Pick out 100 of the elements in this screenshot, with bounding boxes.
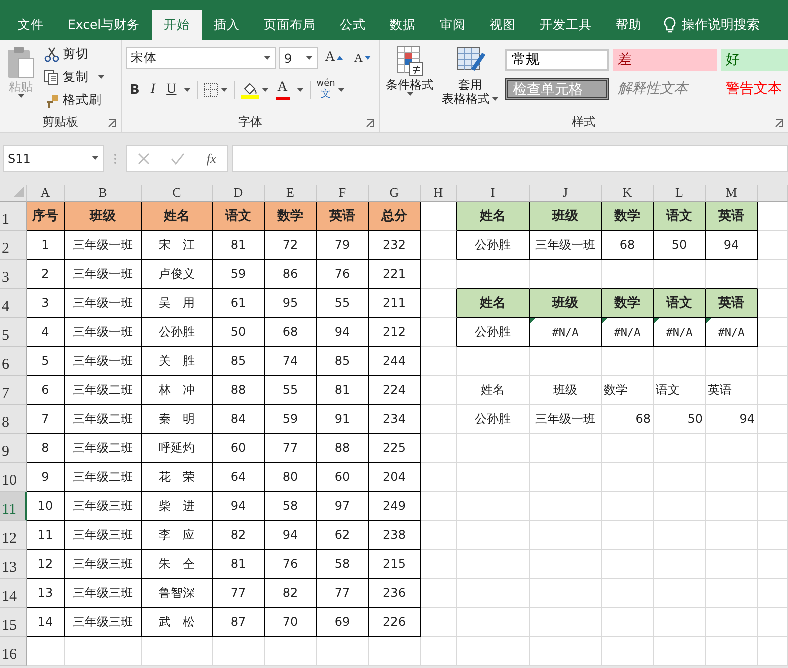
ribbon-tab[interactable]: Excel与财务 — [56, 10, 152, 40]
column-header[interactable]: G — [369, 185, 421, 202]
drag-handle-icon[interactable] — [114, 152, 116, 164]
column-header[interactable]: H — [421, 185, 457, 202]
row-header[interactable]: 12 — [0, 521, 27, 550]
ribbon-tab[interactable]: 文件 — [6, 10, 56, 40]
table-cell: 7 — [27, 405, 65, 434]
row-header[interactable]: 2 — [0, 231, 27, 260]
row-header[interactable]: 8 — [0, 405, 27, 434]
caret-icon — [306, 56, 314, 60]
table-cell: 60 — [213, 434, 265, 463]
ribbon-tab[interactable]: 插入 — [202, 10, 252, 40]
borders-icon[interactable] — [204, 83, 218, 97]
row-header[interactable]: 10 — [0, 463, 27, 492]
table-cell: 68 — [602, 405, 654, 434]
cell-style-option[interactable]: 常规 — [505, 49, 609, 71]
table-cell: 74 — [265, 347, 317, 376]
format-painter-button[interactable]: 格式刷 — [42, 90, 107, 111]
name-box[interactable]: S11 — [3, 145, 104, 172]
font-size: 9 — [284, 50, 292, 66]
phonetic-button[interactable]: wén 文 — [316, 80, 336, 100]
tell-me-search[interactable]: 操作说明搜索 — [682, 16, 760, 34]
conditional-format-button[interactable]: 条件格式 — [384, 44, 436, 100]
row-header[interactable]: 3 — [0, 260, 27, 289]
table-cell: 花 荣 — [142, 463, 213, 492]
table-cell: 225 — [369, 434, 421, 463]
table-cell: 77 — [265, 434, 317, 463]
row-header[interactable]: 15 — [0, 608, 27, 637]
fill-color-icon[interactable] — [240, 81, 259, 99]
table-cell: 三年级一班 — [65, 347, 142, 376]
cell-style-option[interactable]: 解释性文本 — [613, 78, 717, 100]
cell-style-option[interactable]: 好 — [721, 49, 788, 71]
row-header[interactable]: 5 — [0, 318, 27, 347]
column-header[interactable]: C — [142, 185, 213, 202]
table-cell: 215 — [369, 550, 421, 579]
table-cell: 2 — [27, 260, 65, 289]
table-cell: 82 — [213, 521, 265, 550]
caret-icon — [98, 75, 105, 80]
column-header[interactable]: B — [65, 185, 142, 202]
cell-style-option[interactable]: 差 — [613, 49, 717, 71]
paintbrush-icon — [44, 92, 60, 108]
lightbulb-icon[interactable] — [664, 16, 676, 34]
row-header[interactable]: 1 — [0, 202, 27, 231]
table-cell: #N/A — [654, 318, 706, 347]
bold-button[interactable]: B — [126, 82, 144, 98]
dialog-launcher-icon[interactable] — [775, 119, 784, 128]
column-header[interactable]: D — [213, 185, 265, 202]
formula-input-field[interactable] — [232, 145, 788, 172]
column-header[interactable]: E — [265, 185, 317, 202]
row-header[interactable]: 11 — [0, 492, 27, 521]
column-header[interactable]: L — [654, 185, 706, 202]
column-header[interactable]: A — [27, 185, 65, 202]
cut-button[interactable]: 剪切 — [42, 44, 107, 65]
grow-font-button[interactable]: A — [321, 50, 348, 66]
table-cell: 姓名 — [457, 376, 530, 405]
column-header[interactable]: J — [530, 185, 602, 202]
column-header[interactable]: I — [457, 185, 530, 202]
checkmark-icon[interactable] — [171, 152, 186, 164]
row-header[interactable]: 7 — [0, 376, 27, 405]
column-header[interactable]: M — [706, 185, 758, 202]
row-header[interactable]: 9 — [0, 434, 27, 463]
row-header[interactable]: 6 — [0, 347, 27, 376]
group-label: 样式 — [572, 114, 596, 130]
ribbon-tab[interactable]: 帮助 — [604, 10, 654, 40]
font-color-button[interactable]: A — [272, 80, 294, 100]
table-cell: 244 — [369, 347, 421, 376]
group-label: 字体 — [238, 114, 262, 130]
italic-button[interactable]: I — [146, 82, 160, 98]
font-size-field[interactable]: 9 — [279, 47, 318, 69]
table-cell: 50 — [213, 318, 265, 347]
shrink-font-button[interactable]: A — [350, 50, 375, 66]
copy-button[interactable]: 复制 — [42, 67, 107, 88]
table-cell: 236 — [369, 579, 421, 608]
underline-button[interactable]: U — [162, 82, 181, 98]
row-header[interactable]: 16 — [0, 637, 27, 666]
ribbon-tab[interactable]: 审阅 — [428, 10, 478, 40]
column-header[interactable]: F — [317, 185, 369, 202]
row-header[interactable]: 4 — [0, 289, 27, 318]
table-cell: 林 冲 — [142, 376, 213, 405]
table-cell: 语文 — [654, 376, 706, 405]
dialog-launcher-icon[interactable] — [366, 119, 375, 128]
table-cell: 72 — [265, 231, 317, 260]
ribbon-tab[interactable]: 视图 — [478, 10, 528, 40]
insert-function-button[interactable]: fx — [206, 150, 216, 166]
format-as-table-button[interactable]: 套用 表格格式 — [440, 44, 501, 109]
table-cell: 三年级二班 — [65, 463, 142, 492]
table-cell: 三年级一班 — [65, 318, 142, 347]
font-name-field[interactable]: 宋体 — [126, 47, 276, 69]
ribbon-tab[interactable]: 页面布局 — [252, 10, 328, 40]
table-cell: #N/A — [706, 318, 758, 347]
column-header[interactable]: K — [602, 185, 654, 202]
row-header[interactable]: 14 — [0, 579, 27, 608]
cell-style-option[interactable]: 警告文本 — [721, 78, 788, 100]
row-header[interactable]: 13 — [0, 550, 27, 579]
table-cell: 55 — [317, 289, 369, 318]
ribbon-tab[interactable]: 公式 — [328, 10, 378, 40]
ribbon-tab[interactable]: 开发工具 — [528, 10, 604, 40]
dialog-launcher-icon[interactable] — [108, 119, 117, 128]
ribbon-tab[interactable]: 开始 — [152, 10, 202, 40]
ribbon-tab[interactable]: 数据 — [378, 10, 428, 40]
